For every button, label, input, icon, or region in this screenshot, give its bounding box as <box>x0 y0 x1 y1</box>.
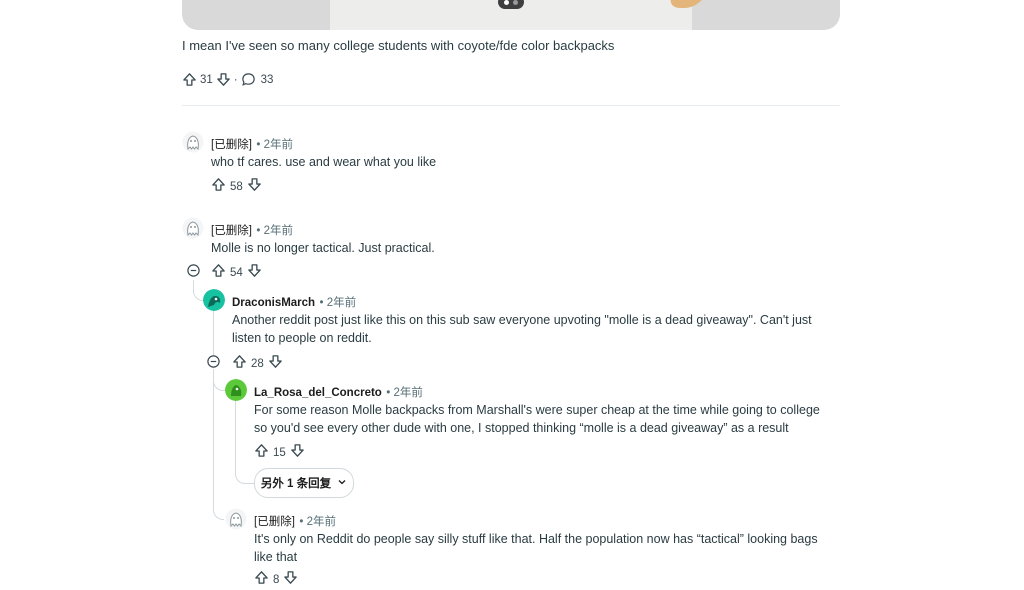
downvote-icon[interactable] <box>247 263 262 283</box>
collapse-icon[interactable] <box>187 264 200 282</box>
vote-count: 58 <box>230 181 243 193</box>
comment-vote: 58 <box>211 177 262 197</box>
vote-count: 28 <box>251 358 264 370</box>
upvote-icon[interactable] <box>254 443 269 463</box>
comment-vote: 15 <box>254 443 305 463</box>
carousel-indicator[interactable] <box>498 0 524 9</box>
upvote-icon[interactable] <box>211 263 226 283</box>
comment-time: • 2年前 <box>299 516 336 528</box>
comment-text: Molle is no longer tactical. Just practi… <box>211 241 435 255</box>
comment-header: [已删除] • 2年前 <box>211 135 293 153</box>
comment-text-line: It's only on Reddit do people say silly … <box>254 532 818 546</box>
comment-vote: 54 <box>211 263 262 283</box>
comment-vote: 8 <box>254 570 298 590</box>
chevron-down-icon <box>337 477 347 490</box>
comment-header: DraconisMarch • 2年前 <box>232 293 356 311</box>
vote-count: 15 <box>273 447 286 459</box>
comment-time: • 2年前 <box>256 225 293 237</box>
thread-connector <box>235 465 254 484</box>
comment-author[interactable]: [已删除] <box>211 139 252 151</box>
user-avatar[interactable] <box>225 379 247 401</box>
downvote-icon[interactable] <box>268 354 283 374</box>
comment-author[interactable]: [已删除] <box>254 516 295 528</box>
vote-count: 54 <box>230 267 243 279</box>
thread-line <box>213 310 214 357</box>
comment-text: who tf cares. use and wear what you like <box>211 155 437 169</box>
thread-line <box>235 399 236 465</box>
comment-time: • 2年前 <box>386 387 423 399</box>
comment-text-line: For some reason Molle backpacks from Mar… <box>254 403 820 417</box>
upvote-icon[interactable] <box>254 570 269 590</box>
downvote-icon[interactable] <box>290 443 305 463</box>
divider <box>182 105 840 106</box>
comment-header: [已删除] • 2年前 <box>211 221 293 239</box>
comment-icon[interactable] <box>241 72 256 87</box>
user-avatar[interactable] <box>203 289 225 311</box>
comment-author[interactable]: [已删除] <box>211 225 252 237</box>
comment-time: • 2年前 <box>319 297 357 309</box>
comment-text-line: like that <box>254 550 298 564</box>
thread-connector <box>213 499 224 520</box>
post-comment-count: 33 <box>260 73 274 86</box>
more-replies-button[interactable]: 另外 1 条回复 <box>254 468 354 498</box>
comment-vote: 28 <box>232 354 283 374</box>
downvote-icon[interactable] <box>283 570 298 590</box>
comment-author[interactable]: DraconisMarch <box>232 297 315 309</box>
upvote-icon[interactable] <box>182 72 197 87</box>
upvote-icon[interactable] <box>211 177 226 197</box>
post-body: I mean I've seen so many college student… <box>182 38 615 53</box>
downvote-icon[interactable] <box>247 177 262 197</box>
collapse-icon[interactable] <box>207 355 220 373</box>
post-upvote-count: 31 <box>200 73 213 86</box>
comment-header: La_Rosa_del_Concreto • 2年前 <box>254 383 423 401</box>
upvote-icon[interactable] <box>232 354 247 374</box>
separator-dot: · <box>233 73 238 86</box>
deleted-avatar-icon <box>182 131 204 153</box>
comment-text-line: Another reddit post just like this on th… <box>232 313 812 327</box>
comment-header: [已删除] • 2年前 <box>254 512 336 530</box>
comment-text-line: listen to people on reddit. <box>232 331 372 345</box>
post-media-preview[interactable] <box>182 0 840 30</box>
deleted-avatar-icon <box>225 508 247 530</box>
comment-author[interactable]: La_Rosa_del_Concreto <box>254 387 382 399</box>
more-replies-label: 另外 1 条回复 <box>260 478 332 490</box>
deleted-avatar-icon <box>182 217 204 239</box>
post-action-bar: 31 · 33 <box>182 72 273 87</box>
thread-line <box>213 369 214 499</box>
comment-text-line: so you'd see every other dude with one, … <box>254 421 789 435</box>
comment-time: • 2年前 <box>256 139 293 151</box>
downvote-icon[interactable] <box>216 72 231 87</box>
